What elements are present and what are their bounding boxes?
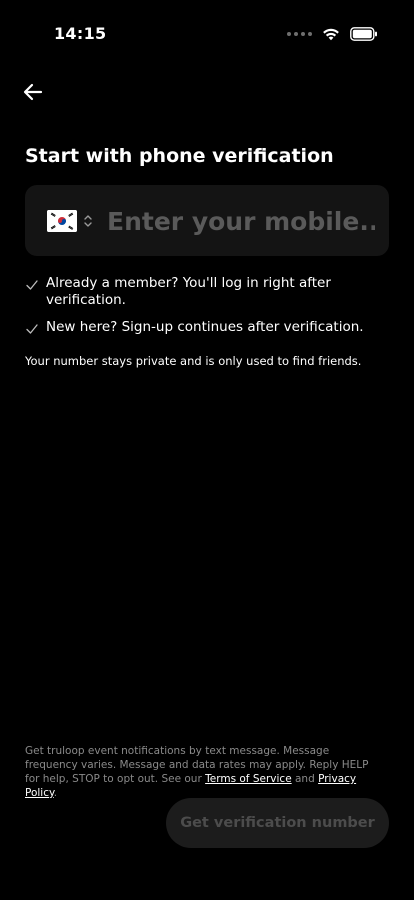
privacy-note: Your number stays private and is only us… xyxy=(25,354,362,368)
legal-connector: and xyxy=(291,773,319,785)
arrow-left-icon xyxy=(23,83,43,101)
info-text: Already a member? You'll log in right af… xyxy=(46,275,331,308)
country-selector[interactable] xyxy=(47,207,93,235)
info-text: New here? Sign-up continues after verifi… xyxy=(46,319,364,335)
wifi-icon xyxy=(323,28,339,41)
list-item: New here? Sign-up continues after verifi… xyxy=(25,319,365,336)
status-time: 14:15 xyxy=(54,24,107,43)
get-verification-number-button[interactable]: Get verification number xyxy=(166,798,389,848)
chevron-up-down-icon xyxy=(84,215,92,227)
check-icon xyxy=(26,324,38,334)
phone-input-container xyxy=(25,185,389,256)
phone-number-input[interactable] xyxy=(107,201,375,241)
signal-dots-icon xyxy=(287,32,312,36)
page-title: Start with phone verification xyxy=(25,145,334,167)
south-korea-flag-icon xyxy=(47,210,77,232)
info-list: Already a member? You'll log in right af… xyxy=(25,275,365,346)
battery-icon xyxy=(350,27,377,41)
check-icon xyxy=(26,280,38,290)
status-bar: 14:15 xyxy=(0,0,414,60)
back-button[interactable] xyxy=(20,80,46,104)
legal-suffix: . xyxy=(53,787,58,799)
terms-of-service-link[interactable]: Terms of Service xyxy=(205,773,292,785)
status-icons xyxy=(287,24,378,44)
list-item: Already a member? You'll log in right af… xyxy=(25,275,365,309)
legal-text: Get truloop event notifications by text … xyxy=(25,744,385,800)
